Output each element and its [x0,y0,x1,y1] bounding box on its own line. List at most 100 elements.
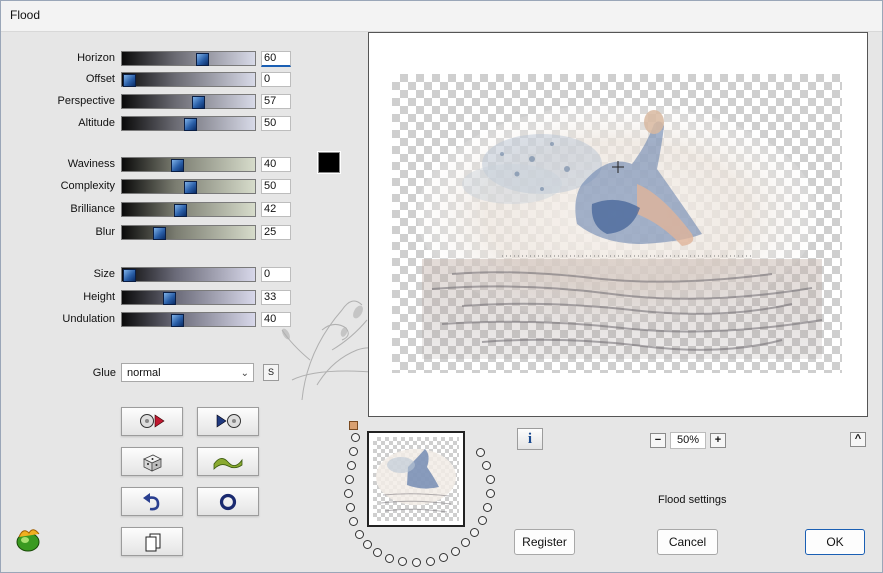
info-icon: i [527,431,533,447]
preview-canvas[interactable] [392,74,842,373]
navigator-dot[interactable] [351,433,360,442]
navigator-dot[interactable] [346,503,355,512]
zoom-in-button[interactable]: + [710,433,726,448]
info-button[interactable]: i [517,428,543,450]
navigator-dot[interactable] [451,547,460,556]
slider-value-altitude[interactable]: 50 [261,116,291,131]
slider-label-height: Height [83,291,115,303]
slider-row-perspective: Perspective 57 [0,94,300,110]
slider-row-offset: Offset 0 [0,72,300,88]
slider-track-altitude[interactable] [121,116,256,131]
slider-thumb-horizon[interactable] [195,53,209,66]
slider-track-horizon[interactable] [121,51,256,66]
app-logo-icon [16,529,40,552]
slider-value-perspective[interactable]: 57 [261,94,291,109]
slider-thumb-blur[interactable] [153,227,167,240]
slider-value-size[interactable]: 0 [261,267,291,282]
arrow-disc-icon [216,414,241,428]
navigator-dot[interactable] [426,557,435,566]
slider-value-waviness[interactable]: 40 [261,157,291,172]
slider-track-perspective[interactable] [121,94,256,109]
navigator-dot[interactable] [478,516,487,525]
dice-icon [143,454,162,472]
glue-select[interactable]: normal ⌄ [121,363,254,382]
preview-panel[interactable] [368,32,868,417]
slider-track-offset[interactable] [121,72,256,87]
slider-label-blur: Blur [95,226,115,238]
navigator-dot[interactable] [344,489,353,498]
slider-value-offset[interactable]: 0 [261,72,291,87]
navigator-dot[interactable] [349,517,358,526]
zoom-out-button[interactable]: − [650,433,666,448]
slider-track-complexity[interactable] [121,179,256,194]
zoom-level: 50% [670,432,706,449]
slider-value-complexity[interactable]: 50 [261,179,291,194]
ring-icon [219,493,237,511]
glue-selected-value: normal [127,367,161,379]
slider-thumb-offset[interactable] [123,74,136,87]
slider-row-brilliance: Brilliance 42 [0,202,300,218]
navigator-dot[interactable] [483,503,492,512]
slider-track-waviness[interactable] [121,157,256,172]
load-preset-button[interactable] [121,407,183,436]
navigator-dot[interactable] [345,475,354,484]
ok-button[interactable]: OK [805,529,865,555]
navigator-dot[interactable] [398,557,407,566]
navigator-dot[interactable] [385,554,394,563]
apply-button[interactable] [197,487,259,516]
wave-button[interactable] [197,447,259,476]
navigator-dot[interactable] [486,475,495,484]
slider-track-blur[interactable] [121,225,256,240]
flood-color-swatch[interactable] [317,151,341,174]
slider-thumb-complexity[interactable] [183,181,197,194]
save-preset-button[interactable] [197,407,259,436]
collapse-up-button[interactable]: ^ [850,432,866,447]
cancel-button[interactable]: Cancel [657,529,718,555]
slider-thumb-size[interactable] [123,269,136,282]
thumbnail-canvas [373,437,459,521]
slider-thumb-altitude[interactable] [183,118,197,131]
slider-label-perspective: Perspective [57,95,115,107]
navigator-dot[interactable] [461,538,470,547]
slider-track-height[interactable] [121,290,256,305]
randomize-button[interactable] [121,447,183,476]
slider-track-undulation[interactable] [121,312,256,327]
slider-track-brilliance[interactable] [121,202,256,217]
slider-label-offset: Offset [85,73,115,85]
navigator-dot[interactable] [349,447,358,456]
chevron-down-icon: ⌄ [240,368,249,379]
slider-row-complexity: Complexity 50 [0,179,300,195]
navigator-dot[interactable] [355,530,364,539]
slider-value-blur[interactable]: 25 [261,225,291,240]
navigator-dot[interactable] [486,489,495,498]
wave-icon [213,458,243,470]
slider-thumb-height[interactable] [162,292,176,305]
slider-value-brilliance[interactable]: 42 [261,202,291,217]
navigator-dot[interactable] [347,461,356,470]
navigator-dot[interactable] [363,540,372,549]
navigator-dot[interactable] [482,461,491,470]
navigator-handle[interactable] [349,421,358,430]
slider-row-size: Size 0 [0,267,300,283]
slider-label-brilliance: Brilliance [70,203,115,215]
slider-row-horizon: Horizon 60 [0,51,300,67]
slider-thumb-undulation[interactable] [171,314,185,327]
navigator-dot[interactable] [373,548,382,557]
navigator-dot[interactable] [412,558,421,567]
reset-button[interactable] [121,487,183,516]
thumbnail-image [376,449,456,513]
slider-thumb-brilliance[interactable] [173,204,187,217]
slider-row-altitude: Altitude 50 [0,116,300,132]
flood-preview-image [417,104,823,359]
slider-value-horizon[interactable]: 60 [261,51,291,67]
slider-thumb-waviness[interactable] [171,159,185,172]
slider-thumb-perspective[interactable] [191,96,205,109]
copy-button[interactable] [121,527,183,556]
navigator-dot[interactable] [476,448,485,457]
navigator-dot[interactable] [470,528,479,537]
slider-track-size[interactable] [121,267,256,282]
navigator-dot[interactable] [439,553,448,562]
slider-label-horizon: Horizon [77,52,115,64]
navigator-thumbnail[interactable] [367,431,465,527]
register-button[interactable]: Register [514,529,575,555]
